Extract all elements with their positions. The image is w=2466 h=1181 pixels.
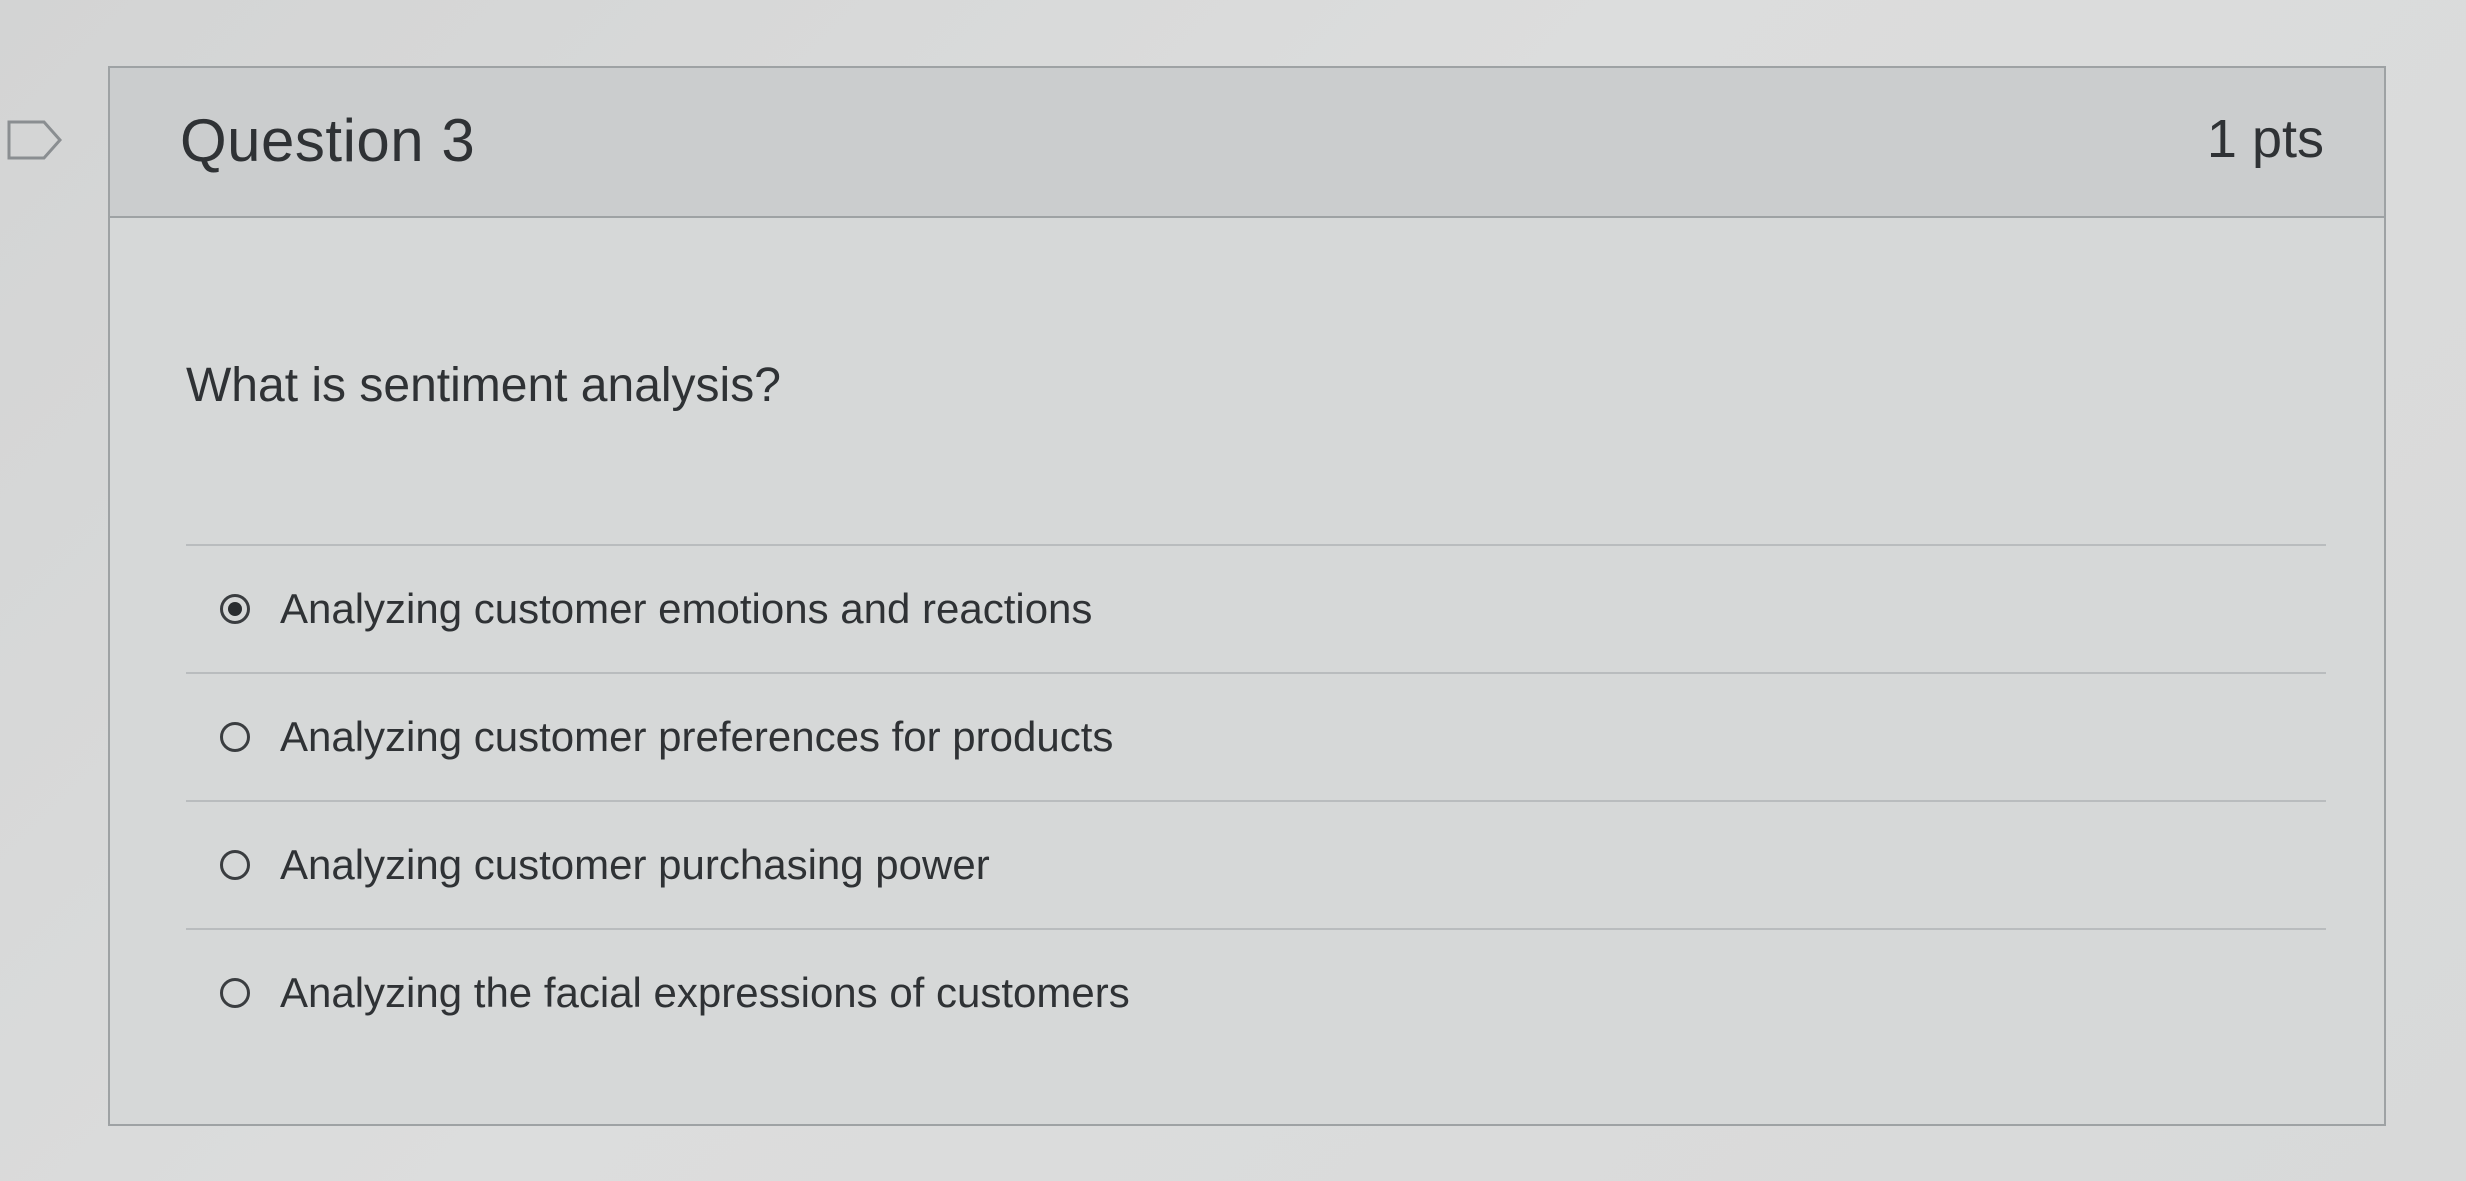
answer-option[interactable]: Analyzing customer preferences for produ… (186, 672, 2326, 800)
answer-label[interactable]: Analyzing the facial expressions of cust… (280, 969, 1130, 1017)
answer-option[interactable]: Analyzing customer purchasing power (186, 800, 2326, 928)
flag-outline-icon[interactable] (6, 114, 64, 166)
question-points: 1 pts (2206, 109, 2324, 169)
radio-button-selected[interactable] (220, 594, 250, 624)
question-title: Question 3 (180, 107, 476, 174)
answer-label[interactable]: Analyzing customer purchasing power (280, 841, 990, 889)
question-header: Question 3 1 pts (110, 68, 2384, 218)
question-card: Question 3 1 pts What is sentiment analy… (108, 66, 2386, 1126)
answer-label[interactable]: Analyzing customer preferences for produ… (280, 713, 1113, 761)
radio-button[interactable] (220, 722, 250, 752)
answer-label[interactable]: Analyzing customer emotions and reaction… (280, 585, 1092, 633)
radio-button[interactable] (220, 850, 250, 880)
answer-list: Analyzing customer emotions and reaction… (186, 544, 2326, 1056)
quiz-page: Question 3 1 pts What is sentiment analy… (0, 0, 2466, 1181)
radio-button[interactable] (220, 978, 250, 1008)
answer-option[interactable]: Analyzing the facial expressions of cust… (186, 928, 2326, 1056)
answer-option[interactable]: Analyzing customer emotions and reaction… (186, 544, 2326, 672)
question-text: What is sentiment analysis? (186, 359, 781, 412)
